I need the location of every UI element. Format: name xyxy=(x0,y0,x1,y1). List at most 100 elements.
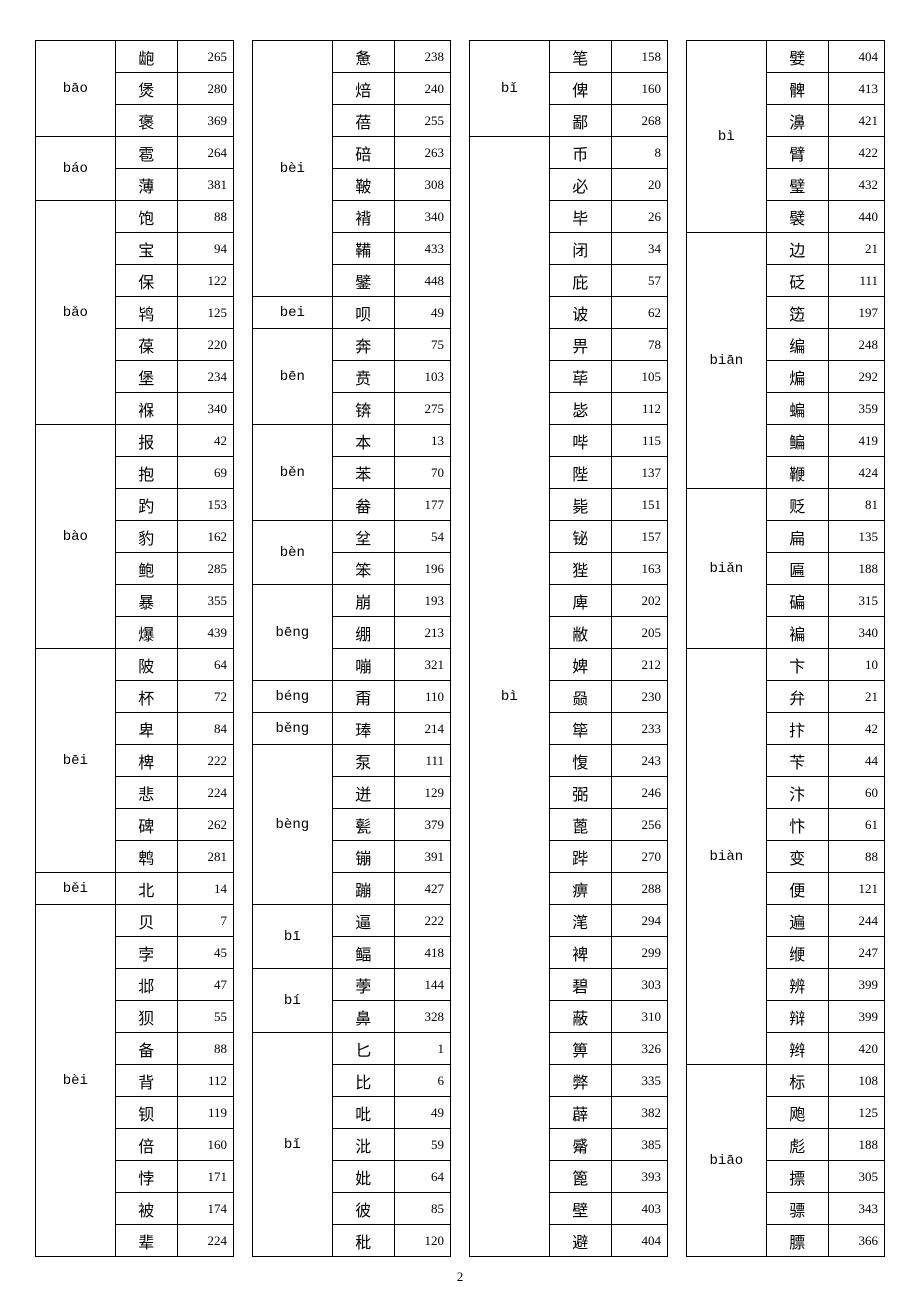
pinyin-cell: biàn xyxy=(687,649,767,1065)
character-cell: 鼻 xyxy=(332,1001,394,1033)
page-ref-cell: 103 xyxy=(394,361,450,393)
page-ref-cell: 292 xyxy=(828,361,884,393)
page-ref-cell: 110 xyxy=(394,681,450,713)
character-cell: 贬 xyxy=(766,489,828,521)
character-cell: 迸 xyxy=(332,777,394,809)
page-ref-cell: 42 xyxy=(177,425,233,457)
page-ref-cell: 243 xyxy=(611,745,667,777)
character-cell: 畀 xyxy=(549,329,611,361)
character-cell: 惫 xyxy=(332,41,394,73)
page-ref-cell: 404 xyxy=(611,1225,667,1257)
character-cell: 本 xyxy=(332,425,394,457)
character-cell: 嘣 xyxy=(332,649,394,681)
page-ref-cell: 160 xyxy=(177,1129,233,1161)
character-cell: 跸 xyxy=(549,841,611,873)
character-cell: 闭 xyxy=(549,233,611,265)
table-row: bēn奔75 xyxy=(253,329,451,361)
page-ref-cell: 359 xyxy=(828,393,884,425)
character-cell: 俾 xyxy=(549,73,611,105)
page-ref-cell: 255 xyxy=(394,105,450,137)
character-cell: 扁 xyxy=(766,521,828,553)
page-ref-cell: 94 xyxy=(177,233,233,265)
character-cell: 堡 xyxy=(115,361,177,393)
character-cell: 荜 xyxy=(549,361,611,393)
page-ref-cell: 413 xyxy=(828,73,884,105)
character-cell: 鹎 xyxy=(115,841,177,873)
pinyin-cell: bèi xyxy=(36,905,116,1257)
page-ref-cell: 224 xyxy=(177,777,233,809)
table-row: bēi陂64 xyxy=(36,649,234,681)
character-cell: 弊 xyxy=(549,1065,611,1097)
character-cell: 蝙 xyxy=(766,393,828,425)
page-ref-cell: 308 xyxy=(394,169,450,201)
page-ref-cell: 440 xyxy=(828,201,884,233)
character-cell: 杯 xyxy=(115,681,177,713)
page-ref-cell: 119 xyxy=(177,1097,233,1129)
character-cell: 碥 xyxy=(766,585,828,617)
page-ref-cell: 13 xyxy=(394,425,450,457)
character-cell: 彼 xyxy=(332,1193,394,1225)
table-row: báo雹264 xyxy=(36,137,234,169)
character-cell: 报 xyxy=(115,425,177,457)
character-cell: 煲 xyxy=(115,73,177,105)
table-row: bǐ匕1 xyxy=(253,1033,451,1065)
character-cell: 悖 xyxy=(115,1161,177,1193)
character-cell: 标 xyxy=(766,1065,828,1097)
page-ref-cell: 379 xyxy=(394,809,450,841)
character-cell: 便 xyxy=(766,873,828,905)
character-cell: 鸨 xyxy=(115,297,177,329)
page-ref-cell: 424 xyxy=(828,457,884,489)
character-cell: 蓖 xyxy=(549,809,611,841)
page-ref-cell: 433 xyxy=(394,233,450,265)
character-cell: 坌 xyxy=(332,521,394,553)
character-cell: 壁 xyxy=(549,1193,611,1225)
character-cell: 薜 xyxy=(549,1097,611,1129)
page-ref-cell: 421 xyxy=(828,105,884,137)
character-cell: 椑 xyxy=(115,745,177,777)
character-cell: 婢 xyxy=(549,649,611,681)
pinyin-cell: bei xyxy=(253,297,333,329)
character-cell: 背 xyxy=(115,1065,177,1097)
page-ref-cell: 108 xyxy=(828,1065,884,1097)
character-cell: 毙 xyxy=(549,489,611,521)
page-ref-cell: 366 xyxy=(828,1225,884,1257)
table-row: bì嬖404 xyxy=(687,41,885,73)
character-cell: 彪 xyxy=(766,1129,828,1161)
page-ref-cell: 340 xyxy=(177,393,233,425)
page-ref-cell: 321 xyxy=(394,649,450,681)
page-ref-cell: 144 xyxy=(394,969,450,1001)
page-ref-cell: 112 xyxy=(611,393,667,425)
page-ref-cell: 328 xyxy=(394,1001,450,1033)
character-cell: 锛 xyxy=(332,393,394,425)
page-ref-cell: 188 xyxy=(828,1129,884,1161)
character-cell: 邶 xyxy=(115,969,177,1001)
character-cell: 葆 xyxy=(115,329,177,361)
page-ref-cell: 340 xyxy=(828,617,884,649)
page-ref-cell: 230 xyxy=(611,681,667,713)
character-cell: 褊 xyxy=(766,617,828,649)
page-ref-cell: 121 xyxy=(828,873,884,905)
page-ref-cell: 129 xyxy=(394,777,450,809)
character-cell: 豹 xyxy=(115,521,177,553)
page-ref-cell: 205 xyxy=(611,617,667,649)
page-ref-cell: 439 xyxy=(177,617,233,649)
page-ref-cell: 20 xyxy=(611,169,667,201)
page-ref-cell: 57 xyxy=(611,265,667,297)
index-column: bèi惫238焙240蓓255碚263鞁308褙340鞴433鐾448bei呗4… xyxy=(252,40,451,1257)
pinyin-cell: bèng xyxy=(253,745,333,905)
page-ref-cell: 135 xyxy=(828,521,884,553)
character-cell: 裨 xyxy=(549,937,611,969)
character-cell: 泵 xyxy=(332,745,394,777)
character-cell: 弼 xyxy=(549,777,611,809)
character-cell: 呗 xyxy=(332,297,394,329)
page-ref-cell: 163 xyxy=(611,553,667,585)
page-ref-cell: 418 xyxy=(394,937,450,969)
character-cell: 痹 xyxy=(549,873,611,905)
character-cell: 倍 xyxy=(115,1129,177,1161)
page-ref-cell: 240 xyxy=(394,73,450,105)
pinyin-cell: bèn xyxy=(253,521,333,585)
page-ref-cell: 21 xyxy=(828,233,884,265)
page-ref-cell: 343 xyxy=(828,1193,884,1225)
page-ref-cell: 115 xyxy=(611,425,667,457)
character-cell: 敝 xyxy=(549,617,611,649)
